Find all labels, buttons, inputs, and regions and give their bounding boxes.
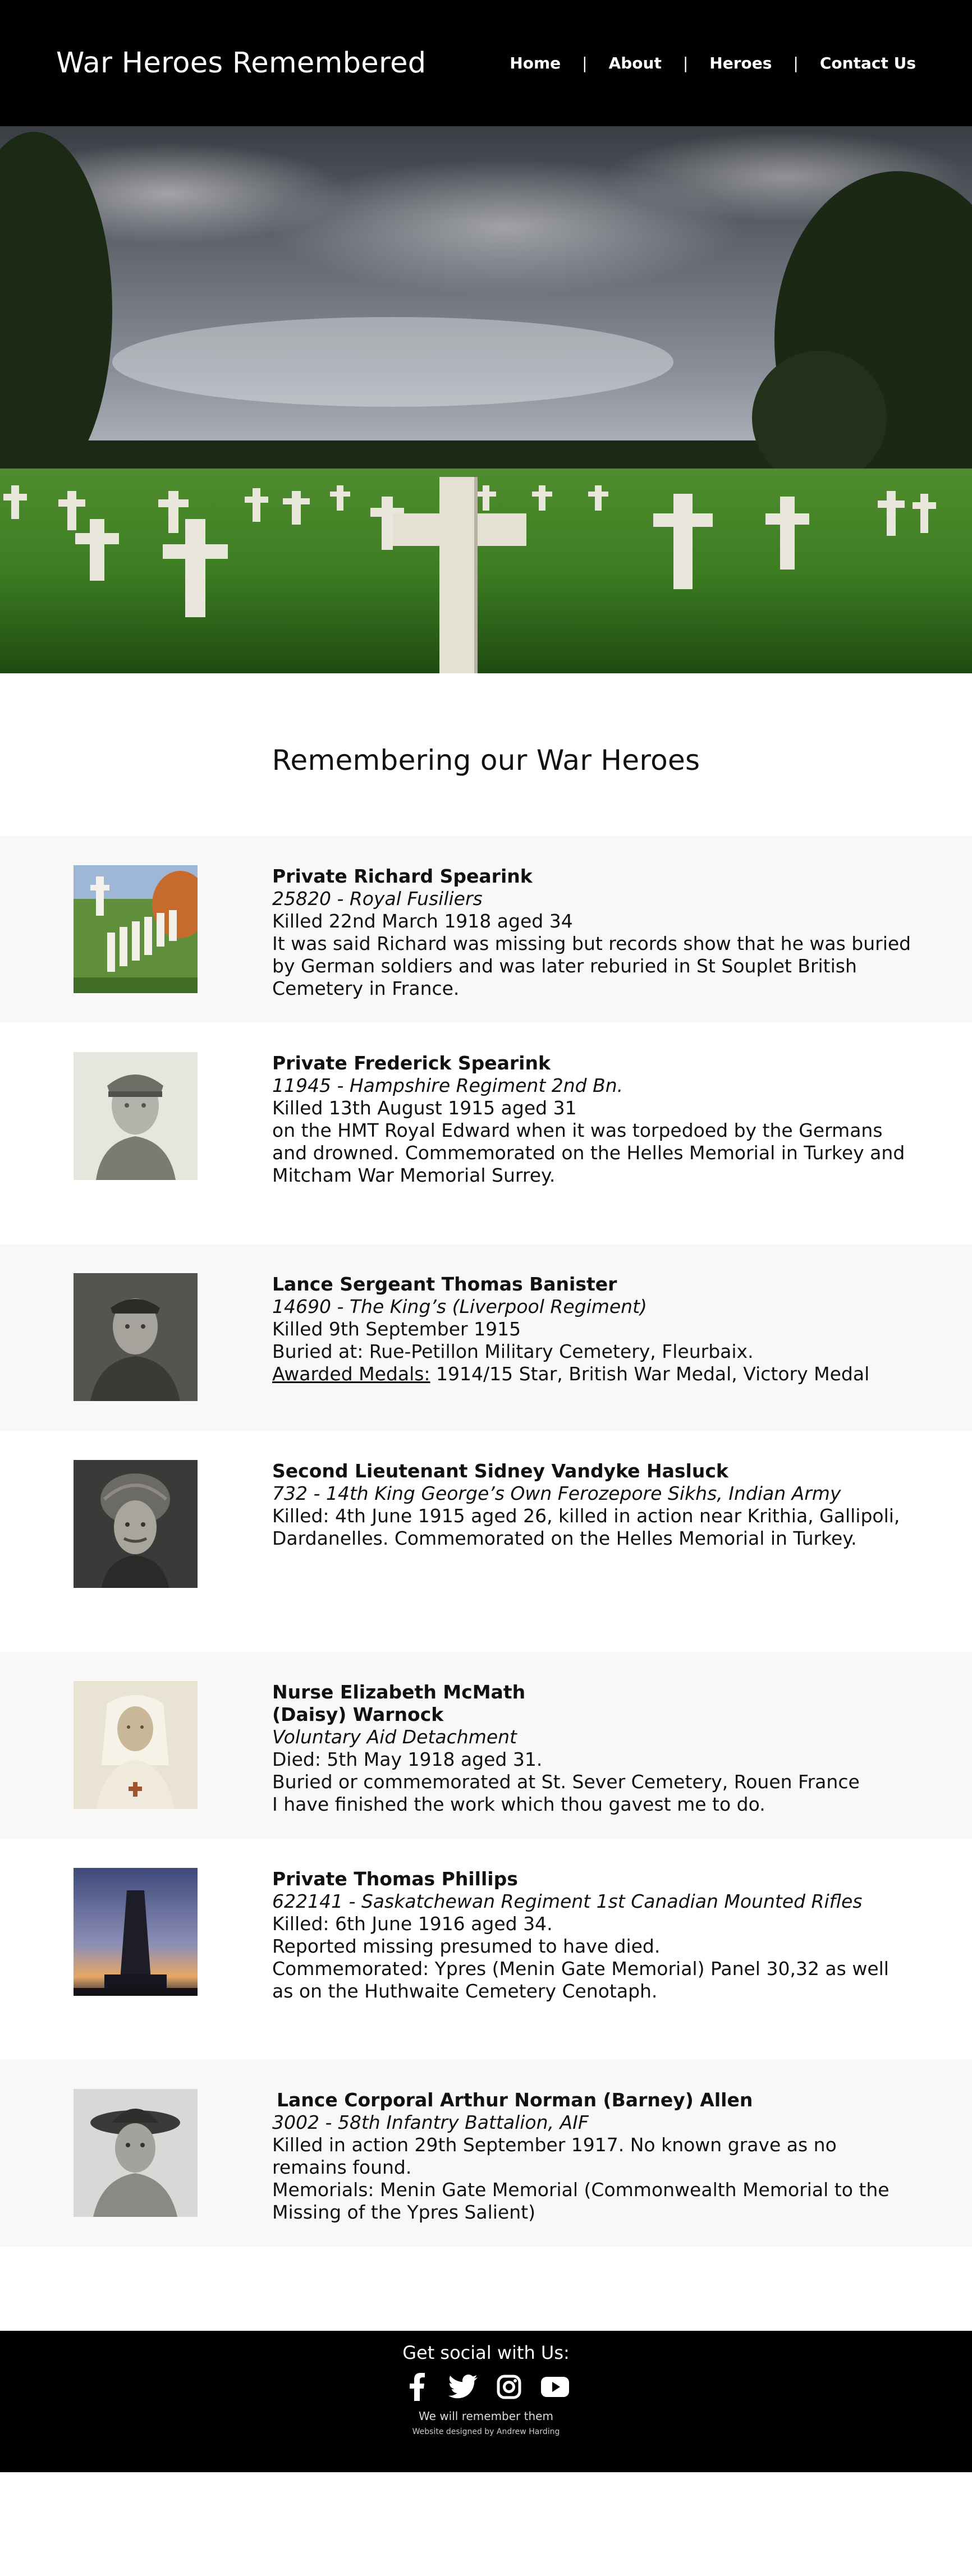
hero-detail: on the HMT Royal Edward when it was torp… [272, 1119, 905, 1186]
hero-name: Lance Corporal Arthur Norman (Barney) Al… [277, 2089, 753, 2111]
hero-entry: Second Lieutenant Sidney Vandyke Hasluck… [0, 1431, 972, 1652]
nav-heroes[interactable]: Heroes [709, 54, 772, 72]
section-heading: Remembering our War Heroes [272, 744, 700, 777]
hero-photo [74, 1681, 198, 1809]
hero-photo [74, 1273, 198, 1401]
hero-name: Nurse Elizabeth McMath [272, 1681, 526, 1703]
hero-name: Lance Sergeant Thomas Banister [272, 1273, 617, 1295]
hero-unit: Voluntary Aid Detachment [272, 1726, 517, 1748]
hero-details: Second Lieutenant Sidney Vandyke Hasluck… [272, 1460, 912, 1550]
hero-detail: Killed: 4th June 1915 aged 26, killed in… [272, 1505, 900, 1549]
site-footer: Get social with Us: We will remember the… [0, 2331, 972, 2472]
hero-detail: Killed in action 29th September 1917. No… [272, 2134, 837, 2178]
hero-detail: Killed 13th August 1915 aged 31 [272, 1097, 577, 1119]
footer-tagline: We will remember them [419, 2409, 553, 2423]
hero-detail: Killed 9th September 1915 [272, 1318, 521, 1340]
hero-unit: 3002 - 58th Infantry Battalion, AIF [272, 2111, 589, 2133]
hero-details: Lance Corporal Arthur Norman (Barney) Al… [272, 2089, 912, 2224]
hero-details: Private Thomas Phillips 622141 - Saskatc… [272, 1868, 912, 2003]
hero-detail: It was said Richard was missing but reco… [272, 933, 911, 999]
nav-home[interactable]: Home [510, 54, 561, 72]
hero-entry: Private Frederick Spearink 11945 - Hamps… [0, 1023, 972, 1244]
hero-unit: 14690 - The King’s (Liverpool Regiment) [272, 1296, 647, 1317]
hero-photo [74, 2089, 198, 2217]
medals-list: 1914/15 Star, British War Medal, Victory… [430, 1363, 870, 1385]
nav-separator: | [793, 54, 799, 72]
hero-photo [74, 1460, 198, 1588]
nav-contact-us[interactable]: Contact Us [820, 54, 916, 72]
nav-separator: | [582, 54, 588, 72]
hero-name: Private Frederick Spearink [272, 1052, 551, 1074]
hero-details: Nurse Elizabeth McMath (Daisy) Warnock V… [272, 1681, 912, 1816]
hero-details: Private Frederick Spearink 11945 - Hamps… [272, 1052, 912, 1187]
hero-entry: Lance Corporal Arthur Norman (Barney) Al… [0, 2060, 972, 2247]
hero-name: Second Lieutenant Sidney Vandyke Hasluck [272, 1460, 728, 1482]
cemetery-hero-image [0, 126, 972, 673]
hero-name-continued: (Daisy) Warnock [272, 1703, 444, 1725]
hero-entry: Private Thomas Phillips 622141 - Saskatc… [0, 1839, 972, 2060]
hero-entry: Private Richard Spearink 25820 - Royal F… [0, 836, 972, 1023]
hero-unit: 11945 - Hampshire Regiment 2nd Bn. [272, 1075, 623, 1096]
youtube-icon[interactable] [539, 2372, 571, 2401]
hero-detail: Memorials: Menin Gate Memorial (Commonwe… [272, 2179, 890, 2223]
hero-details: Lance Sergeant Thomas Banister 14690 - T… [272, 1273, 912, 1385]
footer-credit: Website designed by Andrew Harding [412, 2427, 560, 2436]
hero-entry: Nurse Elizabeth McMath (Daisy) Warnock V… [0, 1652, 972, 1839]
instagram-icon[interactable] [493, 2372, 525, 2401]
hero-detail: I have finished the work which thou gave… [272, 1793, 765, 1815]
hero-unit: 25820 - Royal Fusiliers [272, 888, 483, 910]
footer-heading: Get social with Us: [402, 2342, 570, 2363]
hero-unit: 732 - 14th King George’s Own Ferozepore … [272, 1482, 841, 1504]
site-header: War Heroes Remembered Home | About | Her… [0, 0, 972, 126]
social-links [0, 2372, 972, 2401]
medals-label: Awarded Medals: [272, 1363, 430, 1385]
hero-photo [74, 865, 198, 993]
twitter-icon[interactable] [447, 2372, 479, 2401]
hero-photo [74, 1052, 198, 1180]
hero-medals: Awarded Medals: 1914/15 Star, British Wa… [272, 1363, 912, 1385]
hero-banner [0, 126, 972, 673]
hero-detail: Killed: 6th June 1916 aged 34. [272, 1913, 553, 1935]
page-spacer [0, 2247, 972, 2331]
hero-name: Private Richard Spearink [272, 865, 533, 887]
hero-detail: Killed 22nd March 1918 aged 34 [272, 910, 573, 932]
hero-detail: Buried or commemorated at St. Sever Ceme… [272, 1771, 860, 1793]
hero-detail: Reported missing presumed to have died. [272, 1935, 661, 1957]
hero-detail: Died: 5th May 1918 aged 31. [272, 1748, 543, 1770]
hero-photo [74, 1868, 198, 1996]
hero-name: Private Thomas Phillips [272, 1868, 518, 1890]
hero-unit: 622141 - Saskatchewan Regiment 1st Canad… [272, 1890, 863, 1912]
site-title[interactable]: War Heroes Remembered [56, 47, 426, 80]
hero-detail: Commemorated: Ypres (Menin Gate Memorial… [272, 1958, 889, 2002]
nav-about[interactable]: About [609, 54, 662, 72]
nav-separator: | [682, 54, 689, 72]
main-nav: Home | About | Heroes | Contact Us [510, 54, 916, 72]
hero-detail: Buried at: Rue-Petillon Military Cemeter… [272, 1340, 754, 1362]
hero-entry: Lance Sergeant Thomas Banister 14690 - T… [0, 1244, 972, 1431]
hero-details: Private Richard Spearink 25820 - Royal F… [272, 865, 912, 1000]
intro-section: Remembering our War Heroes [0, 673, 972, 836]
facebook-icon[interactable] [401, 2372, 433, 2401]
